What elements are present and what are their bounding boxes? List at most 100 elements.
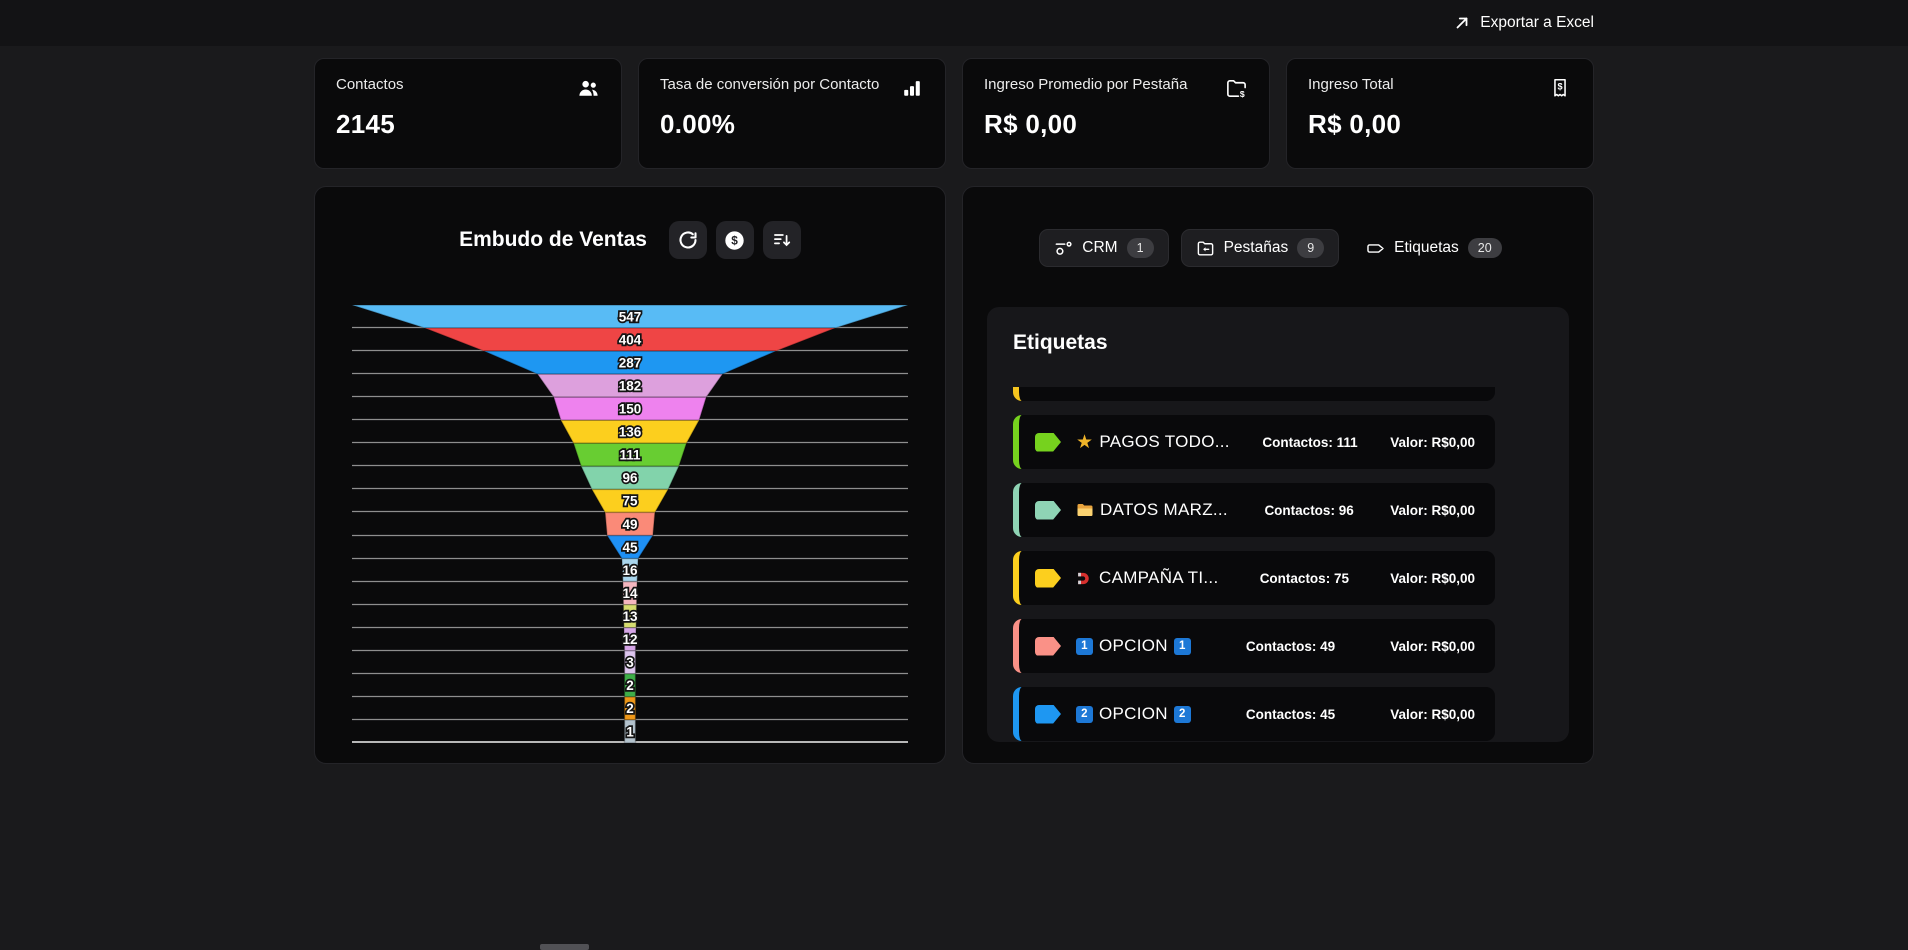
svg-text:$: $	[732, 233, 739, 247]
funnel-segment-label: 404	[619, 332, 642, 347]
tag-label-text: OPCION	[1099, 704, 1168, 723]
keycap-2-icon: 2	[1076, 705, 1093, 723]
people-icon	[576, 76, 600, 100]
folder-icon	[1076, 501, 1094, 519]
stat-card: Tasa de conversión por Contacto 0.00%	[638, 58, 946, 169]
tag-color-icon	[1035, 432, 1061, 452]
keycap-1-icon: 1	[1076, 637, 1093, 655]
funnel-segment-label: 1	[626, 724, 634, 739]
topbar: Exportar a Excel	[0, 0, 1908, 46]
tag-color-icon	[1035, 568, 1061, 588]
stats-row: Contactos 2145 Tasa de conversión por Cont…	[314, 58, 1594, 169]
stat-label: Ingreso Promedio por Pestaña	[984, 76, 1188, 93]
funnel-panel: Embudo de Ventas $ 547 404 287 182 150 136 111…	[314, 186, 946, 764]
tag-value: Valor: R$0,00	[1390, 434, 1475, 450]
bottom-scrollbar-fragment[interactable]	[540, 944, 589, 950]
funnel-chart: 547 404 287 182 150 136 111 96 75 49 45 16 14 13 12 3 2 2…	[352, 305, 908, 743]
tag-contacts-count: Contactos: 75	[1259, 570, 1349, 586]
funnel-segment-label: 75	[622, 494, 638, 509]
tab-label: CRM	[1082, 239, 1118, 256]
receipt-dollar-icon: $	[1548, 76, 1572, 100]
tag-list: ★ PAGOS TODO... Contactos: 111 Valor: R$0,0…	[1013, 387, 1543, 741]
funnel-segment-label: 136	[619, 425, 642, 440]
sort-descending-button[interactable]	[762, 221, 801, 259]
funnel-segment-label: 111	[619, 448, 641, 463]
funnel-segment-label: 287	[619, 355, 642, 370]
stat-value: 2145	[336, 109, 396, 139]
tag-label: 2 OPCION 2	[1076, 704, 1191, 724]
dollar-coin-button[interactable]: $	[715, 221, 754, 259]
funnel-segment-label: 182	[619, 378, 642, 393]
stat-label: Contactos	[336, 76, 404, 93]
tag-list-item[interactable]: 1 OPCION 1 Contactos: 49 Valor: R$0,00	[1013, 619, 1495, 673]
sort-descending-icon	[772, 230, 792, 250]
export-excel-button[interactable]: Exportar a Excel	[1453, 14, 1594, 32]
export-excel-label: Exportar a Excel	[1480, 14, 1594, 31]
tab-badge: 9	[1297, 238, 1325, 258]
svg-text:$: $	[1557, 81, 1562, 91]
stat-value: 0.00%	[660, 109, 736, 139]
tag-label: DATOS MARZ...	[1076, 500, 1228, 520]
magnet-icon	[1076, 570, 1093, 587]
folder-tab-icon	[1196, 239, 1215, 258]
tag-list-item[interactable]: ★ PAGOS TODO... Contactos: 111 Valor: R$0,0…	[1013, 415, 1495, 469]
tag-value: Valor: R$0,00	[1390, 706, 1475, 722]
tag-label-text: CAMPAÑA TI...	[1099, 568, 1219, 587]
funnel-toolbar: $	[668, 221, 801, 259]
tab-label: Etiquetas	[1394, 239, 1459, 256]
tags-panel: CRM 1 Pestañas 9 Etiquetas 20 Etiquetas ★ PAGO…	[962, 186, 1594, 764]
stat-card: Ingreso Promedio por Pestaña $ R$ 0,00	[962, 58, 1270, 169]
tab-crm[interactable]: CRM 1	[1039, 229, 1169, 267]
tag-label-text: PAGOS TODO...	[1099, 432, 1230, 451]
stat-value: R$ 0,00	[984, 109, 1078, 139]
tab-label: Pestañas	[1223, 239, 1289, 256]
tag-label: ★ PAGOS TODO...	[1076, 432, 1230, 452]
tab-etiquetas[interactable]: Etiquetas 20	[1351, 229, 1517, 267]
funnel-segment-label: 49	[622, 517, 637, 532]
tag-list-item[interactable]: DATOS MARZ... Contactos: 96 Valor: R$0,00	[1013, 483, 1495, 537]
tag-color-icon	[1035, 500, 1061, 520]
keycap-2-icon: 2	[1173, 705, 1191, 723]
funnel-segment-label: 150	[619, 402, 642, 417]
crm-icon	[1054, 239, 1073, 258]
tag-list-item[interactable]	[1013, 387, 1495, 401]
funnel-segment-label: 45	[622, 540, 638, 555]
tag-color-icon	[1035, 636, 1061, 656]
stat-card: Contactos 2145	[314, 58, 622, 169]
etiquetas-card: Etiquetas ★ PAGOS TODO... Contactos: 111 Va…	[987, 307, 1569, 742]
refresh-icon	[678, 230, 698, 250]
tabs-row: CRM 1 Pestañas 9 Etiquetas 20	[963, 229, 1593, 267]
refresh-button[interactable]	[668, 221, 707, 259]
dollar-coin-icon: $	[724, 230, 745, 251]
tag-label: 1 OPCION 1	[1076, 636, 1191, 656]
funnel-segment-label: 547	[619, 309, 642, 324]
folder-dollar-icon: $	[1224, 76, 1248, 100]
funnel-segment-label: 13	[622, 609, 638, 624]
tag-contacts-count: Contactos: 96	[1264, 502, 1354, 518]
tag-color-icon	[1035, 704, 1061, 724]
star-icon: ★	[1076, 432, 1094, 452]
keycap-1-icon: 1	[1173, 637, 1191, 655]
tag-label-text: DATOS MARZ...	[1100, 500, 1228, 519]
stat-value: R$ 0,00	[1308, 109, 1402, 139]
funnel-segment-label: 2	[626, 701, 634, 716]
funnel-segment-label: 3	[626, 655, 634, 670]
funnel-segment-label: 12	[622, 632, 637, 647]
tab-badge: 1	[1126, 238, 1154, 258]
tag-list-item[interactable]: CAMPAÑA TI... Contactos: 75 Valor: R$0,00	[1013, 551, 1495, 605]
etiquetas-card-title: Etiquetas	[1013, 331, 1108, 354]
tag-value: Valor: R$0,00	[1390, 570, 1475, 586]
funnel-segment-label: 2	[626, 678, 634, 693]
tag-contacts-count: Contactos: 111	[1262, 434, 1358, 450]
funnel-segment-label: 16	[622, 563, 638, 578]
tab-badge: 20	[1467, 238, 1502, 258]
tag-label: CAMPAÑA TI...	[1076, 568, 1218, 588]
tag-list-item[interactable]: 2 OPCION 2 Contactos: 45 Valor: R$0,00	[1013, 687, 1495, 741]
tab-pestañas[interactable]: Pestañas 9	[1180, 229, 1340, 267]
stat-label: Ingreso Total	[1308, 76, 1394, 93]
stat-card: Ingreso Total $ R$ 0,00	[1286, 58, 1594, 169]
funnel-segment-label: 96	[622, 471, 638, 486]
tag-value: Valor: R$0,00	[1390, 502, 1475, 518]
stat-label: Tasa de conversión por Contacto	[660, 76, 880, 93]
funnel-title: Embudo de Ventas	[459, 228, 647, 251]
